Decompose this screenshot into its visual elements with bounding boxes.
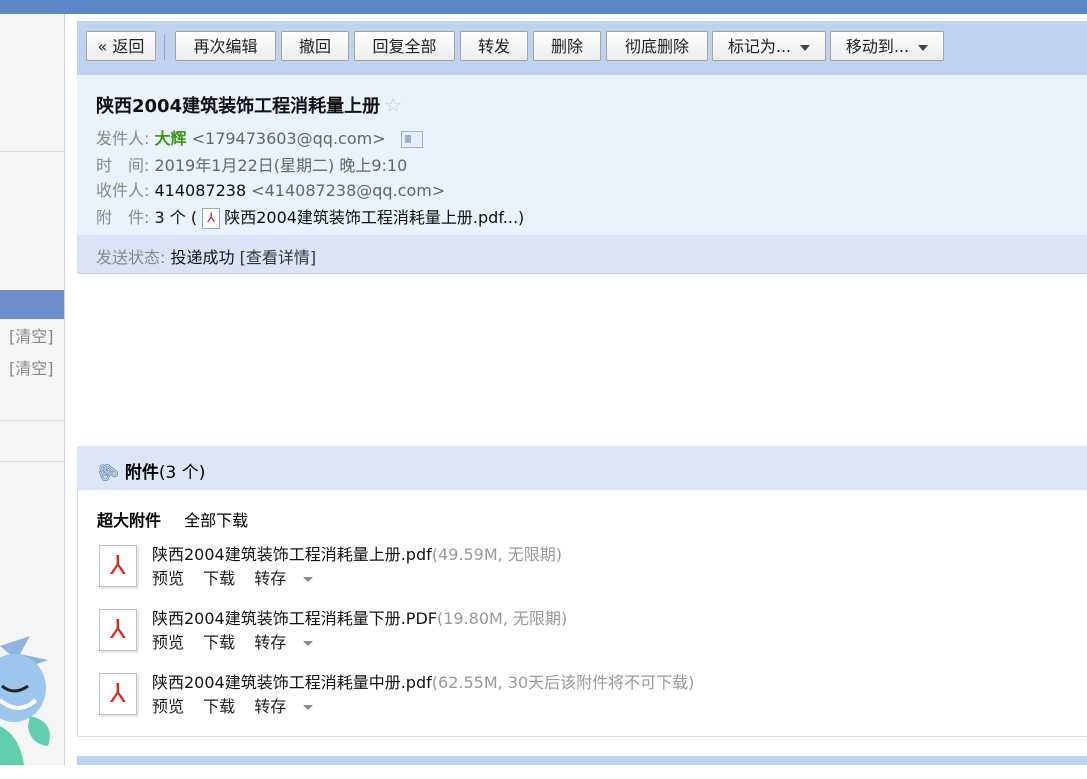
delete-button[interactable]: 删除: [533, 31, 601, 61]
time-label: 时 间:: [96, 156, 150, 175]
attachment-item: ⅄ 陕西2004建筑装饰工程消耗量上册.pdf(49.59M, 无限期) 预览 …: [97, 541, 1077, 601]
pdf-file-icon: ⅄: [99, 545, 137, 587]
sidebar-section-header: [0, 290, 64, 319]
attachment-name[interactable]: 陕西2004建筑装饰工程消耗量上册.pdf(49.59M, 无限期): [152, 541, 562, 565]
clear-link-2[interactable]: [清空]: [9, 355, 54, 379]
star-icon[interactable]: ☆: [384, 93, 402, 117]
attachment-first-link[interactable]: 陕西2004建筑装饰工程消耗量上册.pdf...): [224, 208, 524, 227]
sidebar-divider: [0, 461, 64, 462]
clear-link-1[interactable]: [清空]: [9, 323, 54, 347]
attachment-filename: 陕西2004建筑装饰工程消耗量上册.pdf: [152, 545, 432, 564]
sidebar-divider: [0, 151, 64, 152]
save-to-dropdown[interactable]: 转存: [254, 569, 327, 588]
attachment-meta: (49.59M, 无限期): [431, 545, 563, 564]
recall-button[interactable]: 撤回: [281, 31, 349, 61]
sender-label: 发件人:: [96, 129, 150, 148]
forward-button[interactable]: 转发: [460, 31, 528, 61]
attachment-name[interactable]: 陕西2004建筑装饰工程消耗量下册.PDF(19.80M, 无限期): [152, 605, 567, 629]
email-header: 陕西2004建筑装饰工程消耗量上册 ☆ 发件人: 大辉 <179473603@qq…: [77, 75, 1087, 235]
pdf-file-icon: ⅄: [99, 609, 137, 651]
download-link[interactable]: 下载: [203, 569, 235, 588]
status-label: 发送状态:: [96, 248, 166, 267]
attachment-actions: 预览 下载 转存: [152, 565, 341, 589]
view-details-link[interactable]: [查看详情]: [240, 248, 317, 267]
attachment-name[interactable]: 陕西2004建筑装饰工程消耗量中册.pdf(62.55M, 30天后该附件将不可…: [152, 669, 694, 693]
move-to-dropdown[interactable]: 移动到...: [830, 31, 944, 61]
save-to-dropdown[interactable]: 转存: [254, 697, 327, 716]
move-to-label: 移动到...: [845, 37, 910, 56]
mark-as-label: 标记为...: [727, 37, 792, 56]
download-link[interactable]: 下载: [203, 633, 235, 652]
preview-link[interactable]: 预览: [152, 633, 184, 652]
large-attachments-label: 超大附件: [97, 511, 162, 530]
attachment-count: 3 个 (: [154, 208, 198, 227]
attachment-actions: 预览 下载 转存: [152, 629, 341, 653]
mark-as-dropdown[interactable]: 标记为...: [712, 31, 826, 61]
toolbar-separator: [164, 34, 165, 60]
chevron-down-icon: [303, 577, 314, 582]
reply-all-button[interactable]: 回复全部: [354, 31, 455, 61]
save-to-label: 转存: [254, 569, 287, 588]
attachments-panel: 超大附件 全部下载 ⅄ 陕西2004建筑装饰工程消耗量上册.pdf(49.59M…: [77, 490, 1087, 737]
save-to-dropdown[interactable]: 转存: [254, 633, 327, 652]
delivery-status-bar: 发送状态: 投递成功 [查看详情]: [77, 235, 1087, 274]
back-button[interactable]: « 返回: [86, 31, 156, 61]
recipient-label: 收件人:: [96, 181, 150, 200]
attachments-count: (3 个): [158, 463, 206, 483]
email-subject: 陕西2004建筑装饰工程消耗量上册 ☆: [96, 92, 402, 118]
sidebar: [清空] [清空]: [0, 14, 65, 765]
contact-card-icon[interactable]: [400, 131, 423, 148]
sender-name[interactable]: 大辉: [155, 129, 187, 148]
sidebar-divider: [0, 420, 64, 421]
email-body: [77, 274, 1087, 445]
recipient-email: <414087238@qq.com>: [251, 181, 446, 200]
attachments-title: 🖇 附件(3 个): [92, 457, 206, 487]
chevron-down-icon: [800, 44, 811, 51]
bottom-toolbar: [77, 756, 1087, 765]
download-all-link[interactable]: 全部下载: [184, 511, 248, 530]
attachment-row: 附 件: 3 个 ( ⅄ 陕西2004建筑装饰工程消耗量上册.pdf...): [96, 204, 524, 229]
status-value: 投递成功: [170, 248, 235, 267]
sender-row: 发件人: 大辉 <179473603@qq.com>: [96, 125, 423, 149]
recipient-name[interactable]: 414087238: [155, 181, 247, 200]
status-row: 发送状态: 投递成功 [查看详情]: [96, 244, 316, 268]
gutter: [65, 14, 77, 765]
delete-permanently-button[interactable]: 彻底删除: [606, 31, 708, 61]
attachment-item: ⅄ 陕西2004建筑装饰工程消耗量下册.PDF(19.80M, 无限期) 预览 …: [97, 605, 1077, 665]
download-link[interactable]: 下载: [203, 697, 235, 716]
preview-link[interactable]: 预览: [152, 697, 184, 716]
save-to-label: 转存: [254, 633, 287, 652]
attachment-item: ⅄ 陕西2004建筑装饰工程消耗量中册.pdf(62.55M, 30天后该附件将…: [97, 669, 1077, 729]
save-to-label: 转存: [254, 697, 287, 716]
attachments-header: 超大附件 全部下载: [97, 507, 248, 531]
chevron-down-icon: [918, 44, 929, 51]
subject-text: 陕西2004建筑装饰工程消耗量上册: [96, 96, 381, 117]
sender-email: <179473603@qq.com>: [191, 129, 386, 148]
time-value: 2019年1月22日(星期二) 晚上9:10: [154, 156, 408, 175]
pdf-icon: ⅄: [202, 208, 221, 229]
attachment-filename: 陕西2004建筑装饰工程消耗量中册.pdf: [152, 673, 432, 692]
time-row: 时 间: 2019年1月22日(星期二) 晚上9:10: [96, 152, 407, 176]
attachment-meta: (19.80M, 无限期): [436, 609, 568, 628]
paperclip-icon: 🖇: [92, 457, 123, 488]
attachments-title-bar: 🖇 附件(3 个): [77, 446, 1087, 490]
attachment-meta: (62.55M, 30天后该附件将不可下载): [431, 673, 695, 692]
mascot-image: [0, 636, 50, 765]
mail-toolbar: « 返回 再次编辑 撤回 回复全部 转发 删除 彻底删除 标记为... 移动到.…: [77, 21, 1087, 75]
recipient-row: 收件人: 414087238 <414087238@qq.com>: [96, 177, 445, 201]
attachments-label: 附件: [124, 463, 159, 483]
preview-link[interactable]: 预览: [152, 569, 184, 588]
attachment-actions: 预览 下载 转存: [152, 693, 341, 717]
attachment-filename: 陕西2004建筑装饰工程消耗量下册.PDF: [152, 609, 437, 628]
re-edit-button[interactable]: 再次编辑: [175, 31, 276, 61]
pdf-file-icon: ⅄: [99, 673, 137, 715]
top-bar: [0, 0, 1087, 14]
chevron-down-icon: [303, 705, 314, 710]
chevron-down-icon: [303, 641, 314, 646]
attachment-label: 附 件:: [96, 208, 150, 227]
